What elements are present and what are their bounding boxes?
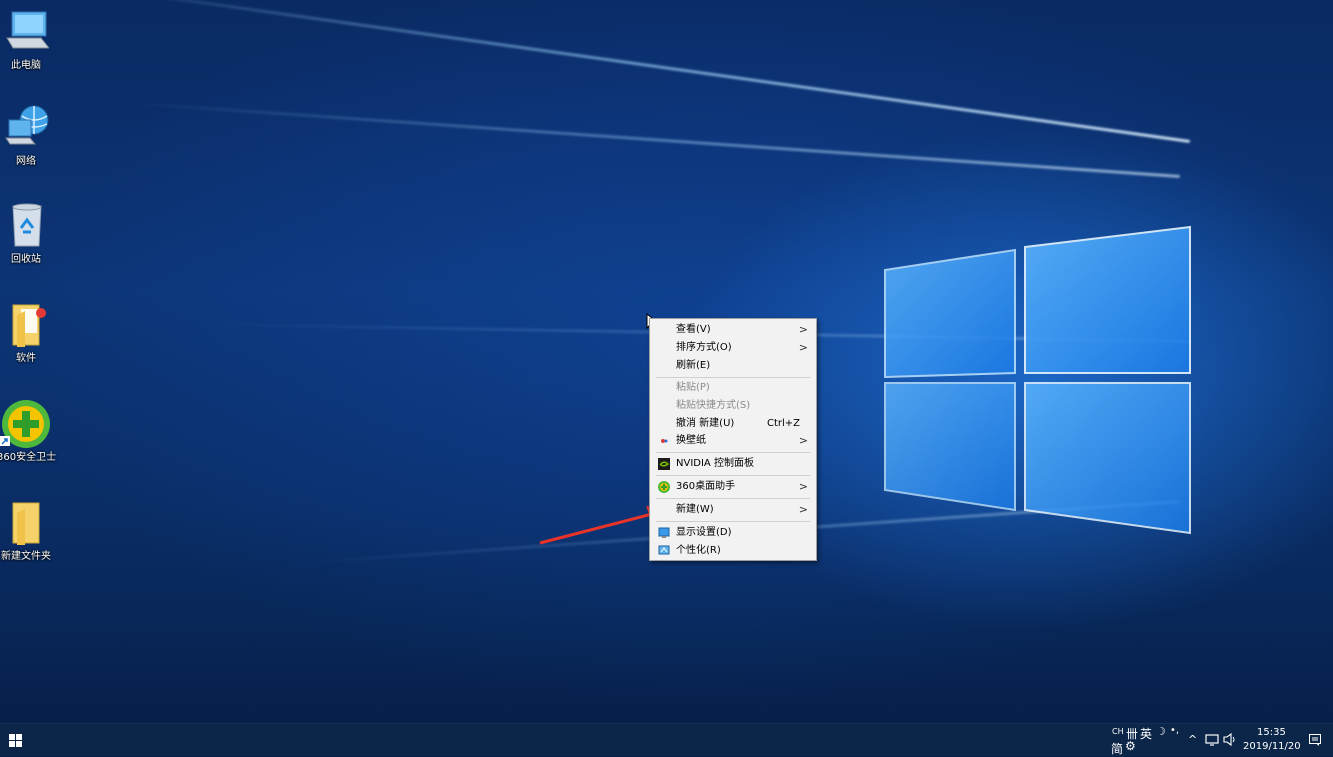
recycle-bin-icon	[3, 202, 49, 248]
desktop-icon-new-folder[interactable]: 新建文件夹	[0, 499, 55, 562]
ime-moon-icon[interactable]: ☽	[1156, 725, 1166, 738]
menu-item-sort-by[interactable]: 排序方式(O) >	[652, 339, 814, 357]
light-beam	[122, 101, 1181, 178]
action-center-icon[interactable]	[1309, 734, 1321, 746]
windows-start-icon	[9, 734, 22, 747]
folder-icon	[3, 301, 49, 347]
nvidia-icon	[658, 458, 670, 470]
ime-simplified-toggle[interactable]: 简	[1111, 740, 1123, 757]
360-icon	[658, 481, 670, 493]
desktop-icon-network[interactable]: 网络	[0, 104, 55, 167]
menu-item-label: 查看(V)	[676, 324, 711, 335]
network-status-icon[interactable]	[1205, 734, 1219, 746]
menu-item-label: 排序方式(O)	[676, 342, 732, 353]
menu-item-label: 换壁纸	[676, 435, 706, 446]
submenu-arrow-icon: >	[798, 341, 808, 354]
computer-icon	[3, 8, 51, 54]
menu-item-nvidia-control-panel[interactable]: NVIDIA 控制面板	[652, 455, 814, 473]
icon-label: 360安全卫士	[0, 452, 57, 463]
menu-item-label: 撤消 新建(U)	[676, 418, 735, 429]
submenu-arrow-icon: >	[798, 434, 808, 447]
menu-item-label: 360桌面助手	[676, 481, 736, 492]
desktop-icon-360-security[interactable]: 360安全卫士	[0, 400, 57, 463]
network-icon	[3, 104, 49, 150]
menu-item-label: 新建(W)	[676, 504, 714, 515]
desktop-context-menu: 查看(V) > 排序方式(O) > 刷新(E) 粘贴(P) 粘贴快捷方式(S) …	[649, 318, 817, 561]
wallpaper-icon	[658, 435, 670, 447]
menu-item-label: 个性化(R)	[676, 545, 721, 556]
clock-time[interactable]: 15:35	[1257, 727, 1286, 738]
ime-settings-gear-icon[interactable]: ⚙	[1125, 739, 1136, 753]
menu-separator	[656, 452, 810, 453]
personalize-icon	[658, 545, 670, 557]
icon-label: 新建文件夹	[1, 551, 51, 562]
menu-separator	[656, 498, 810, 499]
icon-label: 回收站	[11, 254, 41, 265]
desktop-icon-software[interactable]: 软件	[0, 301, 55, 364]
submenu-arrow-icon: >	[798, 480, 808, 493]
submenu-arrow-icon: >	[798, 503, 808, 516]
display-icon	[658, 527, 670, 539]
icon-label: 此电脑	[11, 60, 41, 71]
menu-item-paste-shortcut[interactable]: 粘贴快捷方式(S)	[652, 397, 814, 415]
start-button[interactable]	[0, 724, 32, 756]
menu-separator	[656, 377, 810, 378]
menu-item-view[interactable]: 查看(V) >	[652, 321, 814, 339]
menu-item-label: 粘贴(P)	[676, 382, 710, 393]
menu-item-undo-new[interactable]: 撤消 新建(U) Ctrl+Z	[652, 415, 814, 433]
menu-item-paste[interactable]: 粘贴(P)	[652, 379, 814, 397]
icon-label: 网络	[16, 156, 36, 167]
desktop-icon-recycle-bin[interactable]: 回收站	[0, 202, 55, 265]
menu-item-label: 刷新(E)	[676, 360, 711, 371]
desktop-icon-this-pc[interactable]: 此电脑	[0, 8, 55, 71]
folder-icon	[3, 499, 49, 545]
360-security-icon	[0, 400, 50, 448]
menu-item-new[interactable]: 新建(W) >	[652, 501, 814, 519]
volume-icon[interactable]	[1223, 733, 1237, 746]
menu-item-label: NVIDIA 控制面板	[676, 458, 754, 469]
ime-punctuation-icon[interactable]: •,	[1170, 725, 1179, 736]
light-beam	[70, 0, 1191, 143]
menu-item-shortcut: Ctrl+Z	[766, 418, 800, 429]
menu-item-label: 粘贴快捷方式(S)	[676, 400, 751, 411]
menu-item-360-desktop-assistant[interactable]: 360桌面助手 >	[652, 478, 814, 496]
menu-item-refresh[interactable]: 刷新(E)	[652, 357, 814, 375]
menu-separator	[656, 475, 810, 476]
show-hidden-icons-chevron[interactable]: ^	[1188, 733, 1197, 746]
icon-label: 软件	[16, 353, 36, 364]
windows-logo-wallpaper	[884, 225, 1191, 535]
clock-date[interactable]: 2019/11/20	[1243, 741, 1301, 752]
menu-separator	[656, 521, 810, 522]
ime-language-toggle[interactable]: 英	[1140, 725, 1152, 742]
menu-item-personalize[interactable]: 个性化(R)	[652, 542, 814, 560]
ime-indicator-ch[interactable]: CH	[1112, 727, 1124, 736]
taskbar: CH 卌 英 ☽ •, 简 ⚙ ^ 15:35 2019/11/20	[0, 723, 1333, 756]
menu-item-display-settings[interactable]: 显示设置(D)	[652, 524, 814, 542]
menu-item-label: 显示设置(D)	[676, 527, 732, 538]
submenu-arrow-icon: >	[798, 323, 808, 336]
menu-item-change-wallpaper[interactable]: 换壁纸 >	[652, 432, 814, 450]
